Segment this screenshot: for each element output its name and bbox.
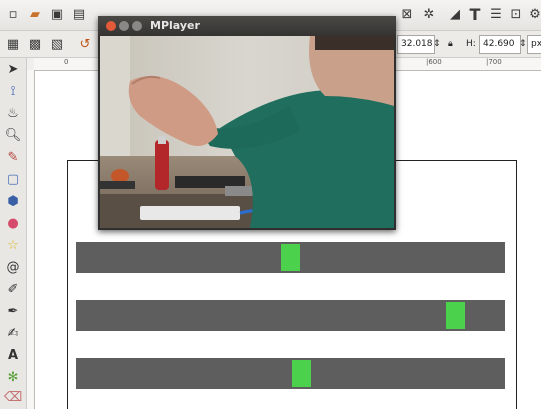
ruler-label: 0 bbox=[64, 58, 69, 66]
window-title: MPlayer bbox=[150, 19, 200, 32]
rectangle-tool-icon[interactable]: ▢ bbox=[4, 170, 22, 188]
maximize-icon[interactable] bbox=[132, 21, 142, 31]
inkscape-window: ▫ ▰ ▣ ▤ ⊠ ✲ ◢ T ☰ ⊡ ⚙ ▦ ▩ ▧ ↺ 32.018 ⇕ 🔒… bbox=[0, 0, 541, 409]
eraser-tool-icon[interactable]: ⌫ bbox=[4, 388, 22, 406]
slider-knob-2[interactable] bbox=[446, 302, 465, 329]
toolbox: ➤ ⟟ ♨ 🔍︎ ✎ ▢ ⬢ ● ☆ @ ✐ ✒ ✍ A ✻ ⌫ bbox=[0, 58, 27, 409]
selector-tool-icon[interactable]: ➤ bbox=[4, 60, 22, 78]
slider-knob-1[interactable] bbox=[281, 244, 300, 271]
open-icon[interactable]: ▰ bbox=[26, 5, 44, 23]
preferences-icon[interactable]: ⚙ bbox=[526, 5, 541, 23]
pencil-tool-icon[interactable]: ✐ bbox=[4, 280, 22, 298]
slider-knob-3[interactable] bbox=[292, 360, 311, 387]
mplayer-titlebar[interactable]: MPlayer bbox=[98, 16, 396, 36]
text-tool-icon[interactable]: A bbox=[4, 346, 22, 364]
zoom-tool-icon[interactable]: 🔍︎ bbox=[4, 126, 22, 144]
height-label: H: bbox=[466, 39, 476, 49]
close-icon[interactable] bbox=[106, 21, 116, 31]
calligraphy-tool-icon[interactable]: ✍ bbox=[4, 324, 22, 342]
select-all-layers-icon[interactable]: ▩ bbox=[26, 35, 44, 53]
xml-editor-icon[interactable]: ⊡ bbox=[507, 5, 525, 23]
width-field[interactable]: 32.018 bbox=[397, 35, 435, 54]
star-tool-icon[interactable]: ☆ bbox=[4, 236, 22, 254]
ellipse-tool-icon[interactable]: ● bbox=[4, 214, 22, 232]
vertical-ruler bbox=[26, 70, 35, 409]
slider-track-2[interactable] bbox=[76, 300, 505, 331]
pen-tool-icon[interactable]: ✒ bbox=[4, 302, 22, 320]
new-icon[interactable]: ▫ bbox=[4, 5, 22, 23]
rotate-icon[interactable]: ↺ bbox=[76, 35, 94, 53]
text-tool-icon[interactable]: T bbox=[466, 5, 484, 24]
save-icon[interactable]: ▣ bbox=[48, 5, 66, 23]
ruler-label: |700 bbox=[486, 58, 502, 66]
spray-tool-icon[interactable]: ✻ bbox=[4, 368, 22, 386]
select-all-icon[interactable]: ▦ bbox=[4, 35, 22, 53]
mplayer-window[interactable]: MPlayer bbox=[98, 16, 396, 230]
deselect-icon[interactable]: ▧ bbox=[48, 35, 66, 53]
ruler-label: |600 bbox=[426, 58, 442, 66]
print-icon[interactable]: ▤ bbox=[70, 5, 88, 23]
transform-icon[interactable]: ✲ bbox=[420, 5, 438, 23]
tweak-tool-icon[interactable]: ♨ bbox=[4, 104, 22, 122]
layers-icon[interactable]: ☰ bbox=[487, 5, 505, 23]
measure-tool-icon[interactable]: ✎ bbox=[4, 148, 22, 166]
video-image bbox=[100, 36, 394, 228]
3d-box-tool-icon[interactable]: ⬢ bbox=[4, 192, 22, 210]
minimize-icon[interactable] bbox=[119, 21, 129, 31]
lock-icon[interactable]: 🔒︎ bbox=[448, 35, 453, 54]
node-tool-icon[interactable]: ⟟ bbox=[4, 82, 22, 100]
spin-arrows-icon[interactable]: ⇕ bbox=[519, 35, 527, 54]
height-field[interactable]: 42.690 bbox=[479, 35, 521, 54]
unit-select[interactable]: px bbox=[527, 35, 541, 54]
spin-arrows-icon[interactable]: ⇕ bbox=[433, 35, 441, 54]
spiral-tool-icon[interactable]: @ bbox=[4, 258, 22, 276]
fill-stroke-icon[interactable]: ◢ bbox=[446, 5, 464, 23]
align-icon[interactable]: ⊠ bbox=[398, 5, 416, 23]
video-frame bbox=[100, 36, 394, 228]
slider-track-1[interactable] bbox=[76, 242, 505, 273]
slider-track-3[interactable] bbox=[76, 358, 505, 389]
